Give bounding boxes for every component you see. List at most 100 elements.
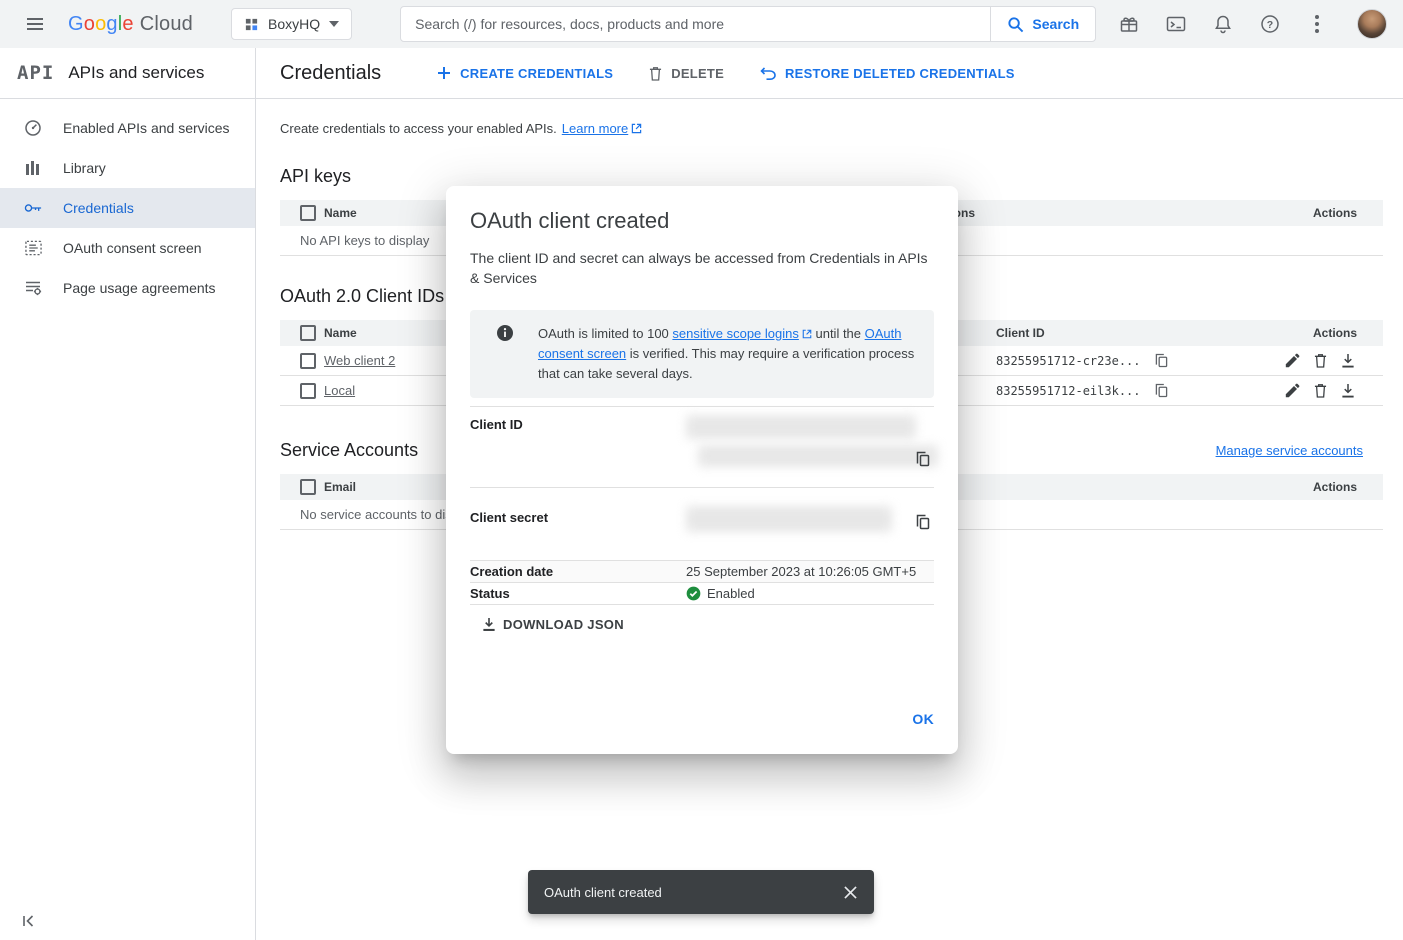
snackbar: OAuth client created — [528, 870, 874, 914]
info-icon — [496, 324, 514, 384]
dialog-title: OAuth client created — [470, 208, 934, 234]
sidebar-item-oauth-consent[interactable]: OAuth consent screen — [0, 228, 255, 268]
empty-state-text: No API keys to display — [280, 233, 429, 248]
select-all-checkbox[interactable] — [300, 325, 316, 341]
search-button[interactable]: Search — [990, 7, 1095, 41]
page-header: Credentials CREATE CREDENTIALS DELETE RE… — [256, 48, 1403, 99]
sidebar-header: API APIs and services — [0, 48, 255, 99]
cloud-shell-icon[interactable] — [1163, 11, 1189, 37]
search-input[interactable] — [401, 7, 990, 41]
sidebar: API APIs and services Enabled APIs and s… — [0, 48, 256, 940]
notifications-icon[interactable] — [1210, 11, 1236, 37]
create-credentials-label: CREATE CREDENTIALS — [460, 66, 613, 81]
client-secret-row: Client secret — [470, 488, 934, 561]
download-icon[interactable] — [1339, 382, 1357, 400]
sidebar-item-credentials[interactable]: Credentials — [0, 188, 255, 228]
ok-button[interactable]: OK — [912, 711, 934, 727]
project-selector[interactable]: BoxyHQ — [231, 8, 352, 40]
copy-client-id-button[interactable] — [916, 451, 930, 467]
logo-cloud-text: Cloud — [140, 13, 193, 36]
logo-letter: e — [122, 13, 133, 36]
gift-icon[interactable] — [1116, 11, 1142, 37]
topbar: Google Cloud BoxyHQ Search ? — [0, 0, 1403, 48]
library-icon — [24, 159, 42, 177]
project-name: BoxyHQ — [268, 16, 320, 32]
sensitive-scope-logins-link[interactable]: sensitive scope logins — [672, 326, 811, 341]
api-keys-heading: API keys — [280, 166, 1383, 187]
download-icon[interactable] — [1339, 352, 1357, 370]
download-icon — [482, 617, 496, 632]
consent-screen-icon — [24, 239, 42, 257]
help-icon[interactable]: ? — [1257, 11, 1283, 37]
intro-sentence: Create credentials to access your enable… — [280, 121, 557, 136]
manage-service-accounts-link[interactable]: Manage service accounts — [1216, 443, 1363, 458]
delete-icon[interactable] — [1311, 382, 1329, 400]
client-name-link[interactable]: Web client 2 — [324, 353, 395, 368]
copy-icon[interactable] — [1153, 382, 1171, 400]
oauth-client-created-dialog: OAuth client created The client ID and s… — [446, 186, 958, 754]
project-icon — [244, 17, 259, 32]
status-row: Status Enabled — [470, 583, 934, 605]
sidebar-item-enabled-apis[interactable]: Enabled APIs and services — [0, 108, 255, 148]
api-logo: API — [17, 62, 54, 84]
topbar-actions: ? — [1116, 9, 1393, 39]
edit-icon[interactable] — [1283, 382, 1301, 400]
intro-text: Create credentials to access your enable… — [280, 121, 1383, 136]
restore-credentials-button[interactable]: RESTORE DELETED CREDENTIALS — [760, 66, 1015, 81]
gauge-icon — [24, 119, 42, 137]
status-value: Enabled — [707, 586, 755, 601]
delete-button[interactable]: DELETE — [649, 66, 724, 81]
column-actions: Actions — [1245, 206, 1383, 220]
column-client-id: Client ID — [996, 326, 1245, 340]
logo-letter: g — [106, 13, 117, 36]
delete-icon[interactable] — [1311, 352, 1329, 370]
check-circle-icon — [686, 586, 701, 601]
sidebar-item-label: Credentials — [63, 200, 134, 216]
more-options-icon[interactable] — [1304, 11, 1330, 37]
copy-client-secret-button[interactable] — [916, 514, 930, 530]
service-accounts-heading: Service Accounts — [280, 440, 418, 461]
copy-icon[interactable] — [1153, 352, 1171, 370]
svg-text:?: ? — [1267, 19, 1273, 31]
logo-letter: G — [68, 13, 84, 36]
caret-down-icon — [329, 21, 339, 27]
learn-more-label: Learn more — [562, 121, 628, 136]
key-icon — [24, 199, 42, 217]
delete-label: DELETE — [671, 66, 724, 81]
credential-fields: Client ID Client secret Creation date 25… — [470, 406, 934, 605]
client-id-value: 83255951712-eil3k... — [996, 384, 1141, 398]
row-checkbox[interactable] — [300, 353, 316, 369]
redacted-client-id-value — [686, 415, 916, 439]
sidebar-item-label: Library — [63, 160, 106, 176]
logo-letter: o — [84, 13, 95, 36]
column-actions: Actions — [1245, 326, 1383, 340]
create-credentials-button[interactable]: CREATE CREDENTIALS — [437, 66, 613, 81]
google-cloud-logo: Google Cloud — [68, 13, 193, 36]
redacted-client-id-value — [698, 445, 938, 467]
learn-more-link[interactable]: Learn more — [562, 121, 642, 136]
sidebar-item-label: Enabled APIs and services — [63, 120, 230, 136]
row-checkbox[interactable] — [300, 383, 316, 399]
external-link-icon — [802, 329, 812, 339]
hamburger-menu-icon[interactable] — [22, 11, 48, 37]
select-all-checkbox[interactable] — [300, 479, 316, 495]
creation-date-label: Creation date — [470, 564, 686, 579]
status-label: Status — [470, 586, 686, 601]
sidebar-item-label: Page usage agreements — [63, 280, 216, 296]
avatar[interactable] — [1357, 9, 1387, 39]
page-toolbar: CREATE CREDENTIALS DELETE RESTORE DELETE… — [437, 66, 1015, 81]
delete-icon — [649, 66, 662, 81]
sidebar-item-label: OAuth consent screen — [63, 240, 202, 256]
client-id-row: Client ID — [470, 407, 934, 488]
edit-icon[interactable] — [1283, 352, 1301, 370]
snackbar-message: OAuth client created — [544, 885, 836, 900]
collapse-sidebar-icon[interactable] — [20, 914, 36, 928]
client-name-link[interactable]: Local — [324, 383, 355, 398]
sidebar-item-page-usage[interactable]: Page usage agreements — [0, 268, 255, 308]
search-bar: Search — [400, 6, 1096, 42]
close-icon[interactable] — [836, 878, 864, 906]
client-id-value: 83255951712-cr23e... — [996, 354, 1141, 368]
sidebar-item-library[interactable]: Library — [0, 148, 255, 188]
download-json-button[interactable]: DOWNLOAD JSON — [482, 617, 624, 632]
sidebar-title: APIs and services — [68, 63, 204, 83]
